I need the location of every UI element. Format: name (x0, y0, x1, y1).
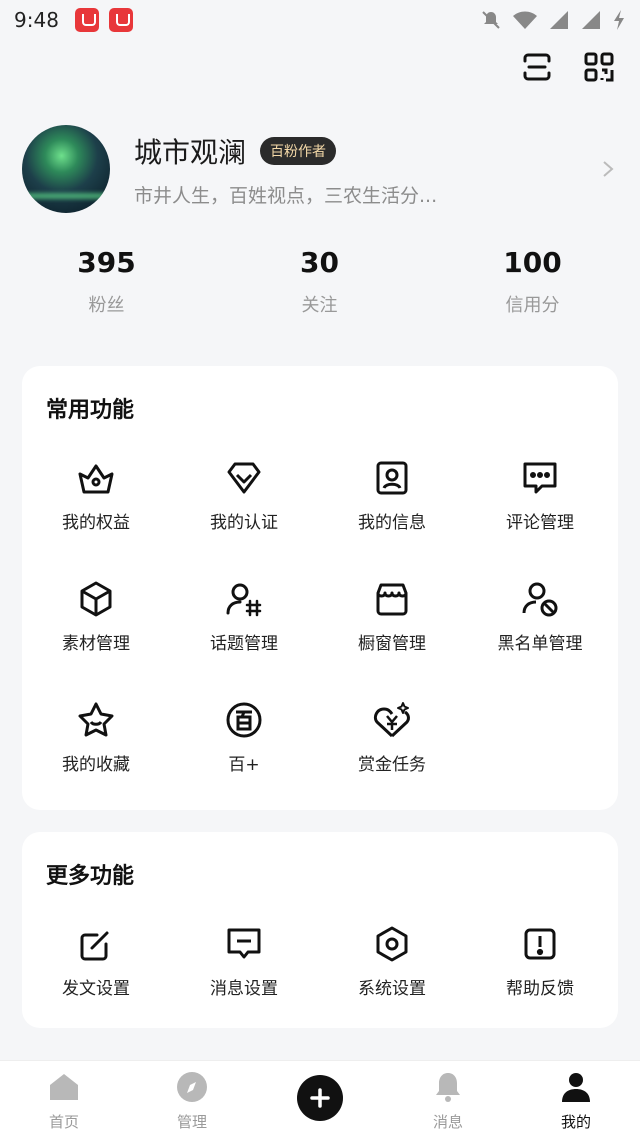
topic-icon (226, 583, 262, 617)
grid-item-label: 评论管理 (506, 513, 574, 533)
compass-icon (177, 1072, 207, 1102)
grid-item-label: 我的认证 (210, 513, 278, 533)
notification-app-icon (108, 8, 133, 32)
grid-item-label: 素材管理 (62, 634, 130, 654)
avatar[interactable] (22, 125, 110, 213)
bell-icon (436, 1073, 460, 1102)
grid-item-comment-management[interactable]: 评论管理 (466, 458, 614, 533)
grid-item-label: 百+ (228, 755, 260, 775)
stat-value: 100 (503, 246, 562, 279)
grid-item-help-feedback[interactable]: 帮助反馈 (466, 924, 614, 999)
nav-item-manage[interactable]: 管理 (152, 1071, 232, 1132)
user-name: 城市观澜 (134, 135, 247, 169)
grid-item-label: 我的信息 (358, 513, 426, 533)
stat-label: 关注 (301, 295, 338, 316)
status-bar: 9:48 (0, 0, 640, 40)
stats-row: 395 粉丝 30 关注 100 信用分 (0, 246, 640, 317)
nav-label: 我的 (560, 1113, 591, 1131)
grid-item-message-settings[interactable]: 消息设置 (170, 924, 318, 999)
stat-credit-score[interactable]: 100 信用分 (426, 246, 639, 317)
grid-item-blacklist-management[interactable]: 黑名单管理 (466, 579, 614, 654)
grid-item-bounty-tasks[interactable]: 赏金任务 (318, 700, 466, 775)
grid-item-label: 发文设置 (62, 979, 130, 999)
profile-header[interactable]: 城市观澜 百粉作者 市井人生，百姓视点，三农生活分... (22, 124, 618, 214)
grid-item-my-favorites[interactable]: 我的收藏 (22, 700, 170, 775)
card-title: 更多功能 (46, 864, 135, 889)
status-time: 9:48 (14, 8, 59, 32)
home-icon (50, 1074, 78, 1100)
settings-icon (376, 926, 408, 962)
grid-item-my-rights[interactable]: 我的权益 (22, 458, 170, 533)
scan-icon[interactable] (520, 50, 554, 84)
nav-item-home[interactable]: 首页 (24, 1071, 104, 1132)
grid-item-my-info[interactable]: 我的信息 (318, 458, 466, 533)
chevron-right-icon[interactable] (598, 158, 618, 180)
notification-app-icon (74, 8, 99, 32)
grid-item-label: 黑名单管理 (497, 634, 583, 654)
message-icon (227, 928, 261, 959)
grid-item-label: 话题管理 (210, 634, 278, 654)
status-icons (480, 9, 626, 31)
stat-value: 30 (300, 246, 339, 279)
name-row: 城市观澜 百粉作者 (134, 131, 598, 171)
stat-fans[interactable]: 395 粉丝 (0, 246, 213, 317)
grid-item-bai-plus[interactable]: 百+ (170, 700, 318, 775)
star-icon (78, 702, 114, 737)
comment-icon (523, 462, 557, 494)
grid-item-label: 系统设置 (358, 979, 426, 999)
grid-item-label: 消息设置 (210, 979, 278, 999)
nav-label: 消息 (432, 1113, 463, 1131)
box-icon (80, 581, 112, 617)
mute-icon (482, 11, 500, 29)
common-functions-card: 常用功能 我的权益 我的认证 我的信息 评论管理 素材管理 话题管理 橱窗管理 … (22, 366, 618, 810)
card-title: 常用功能 (46, 398, 135, 423)
top-actions (520, 50, 616, 84)
block-user-icon (522, 582, 558, 617)
nav-label: 首页 (48, 1113, 79, 1131)
help-icon (524, 928, 556, 960)
grid-item-label: 赏金任务 (358, 755, 426, 775)
user-bio: 市井人生，百姓视点，三农生活分... (134, 184, 438, 207)
qr-code-icon[interactable] (582, 50, 616, 84)
stat-label: 信用分 (505, 295, 560, 316)
signal-icon (550, 11, 568, 29)
stat-following[interactable]: 30 关注 (213, 246, 426, 317)
grid-item-showcase-management[interactable]: 橱窗管理 (318, 579, 466, 654)
bai-plus-icon (226, 702, 262, 738)
id-card-icon (376, 461, 408, 495)
grid-item-topic-management[interactable]: 话题管理 (170, 579, 318, 654)
grid-item-label: 帮助反馈 (506, 979, 574, 999)
grid-item-label: 橱窗管理 (358, 634, 426, 654)
nav-item-me[interactable]: 我的 (536, 1071, 616, 1132)
diamond-heart-icon (227, 462, 261, 494)
battery-charging-icon (614, 10, 624, 30)
stat-value: 395 (77, 246, 136, 279)
signal-icon (582, 11, 600, 29)
bottom-navigation: 首页 管理 消息 我的 (0, 1060, 640, 1138)
grid-item-label: 我的权益 (62, 513, 130, 533)
grid-item-post-settings[interactable]: 发文设置 (22, 924, 170, 999)
wifi-icon (513, 11, 537, 29)
grid-item-system-settings[interactable]: 系统设置 (318, 924, 466, 999)
plus-icon (310, 1088, 330, 1108)
crown-icon (78, 464, 114, 494)
publish-button[interactable] (297, 1075, 343, 1121)
more-functions-card: 更多功能 发文设置 消息设置 系统设置 帮助反馈 (22, 832, 618, 1028)
grid-item-label: 我的收藏 (62, 755, 130, 775)
grid-item-my-certification[interactable]: 我的认证 (170, 458, 318, 533)
author-tag-badge[interactable]: 百粉作者 (260, 136, 337, 165)
nav-item-messages[interactable]: 消息 (408, 1071, 488, 1132)
store-icon (376, 583, 408, 616)
bounty-icon (373, 702, 410, 738)
edit-icon (80, 931, 109, 961)
profile-info: 城市观澜 百粉作者 市井人生，百姓视点，三农生活分... (134, 131, 598, 208)
nav-label: 管理 (176, 1113, 207, 1131)
stat-label: 粉丝 (88, 295, 125, 316)
user-icon (562, 1073, 590, 1102)
grid-item-material-management[interactable]: 素材管理 (22, 579, 170, 654)
